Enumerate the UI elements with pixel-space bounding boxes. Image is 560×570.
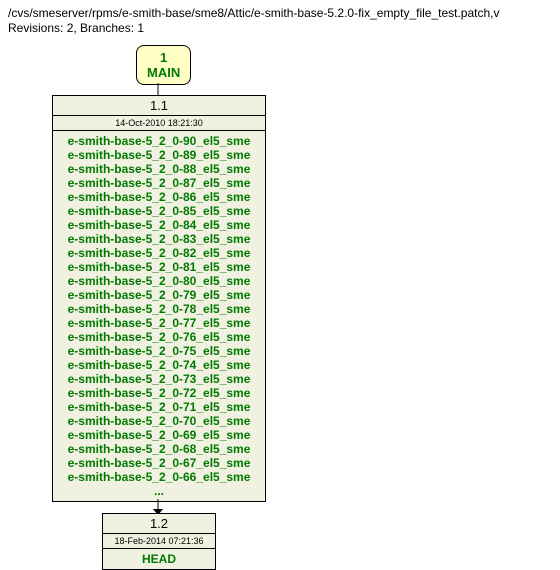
tag-line: e-smith-base-5_2_0-78_el5_sme (59, 302, 259, 316)
revision-timestamp: 18-Feb-2014 07:21:36 (103, 534, 215, 549)
tag-line: e-smith-base-5_2_0-83_el5_sme (59, 232, 259, 246)
tag-line: e-smith-base-5_2_0-70_el5_sme (59, 414, 259, 428)
tag-line: e-smith-base-5_2_0-73_el5_sme (59, 372, 259, 386)
tag-line: HEAD (109, 552, 209, 566)
tag-line: e-smith-base-5_2_0-79_el5_sme (59, 288, 259, 302)
tag-line: e-smith-base-5_2_0-87_el5_sme (59, 176, 259, 190)
tag-line: ... (59, 484, 259, 498)
tag-line: e-smith-base-5_2_0-89_el5_sme (59, 148, 259, 162)
tag-line: e-smith-base-5_2_0-71_el5_sme (59, 400, 259, 414)
revision-tags: e-smith-base-5_2_0-90_el5_smee-smith-bas… (53, 131, 265, 501)
tag-line: e-smith-base-5_2_0-69_el5_sme (59, 428, 259, 442)
revision-node-1.2[interactable]: 1.2 18-Feb-2014 07:21:36 HEAD (102, 513, 216, 570)
revision-tags: HEAD (103, 549, 215, 569)
tag-line: e-smith-base-5_2_0-88_el5_sme (59, 162, 259, 176)
tag-line: e-smith-base-5_2_0-75_el5_sme (59, 344, 259, 358)
tag-line: e-smith-base-5_2_0-80_el5_sme (59, 274, 259, 288)
tag-line: e-smith-base-5_2_0-68_el5_sme (59, 442, 259, 456)
tag-line: e-smith-base-5_2_0-86_el5_sme (59, 190, 259, 204)
branch-index: 1 (147, 50, 180, 65)
revision-version: 1.1 (53, 96, 265, 116)
file-path: /cvs/smeserver/rpms/e-smith-base/sme8/At… (8, 6, 552, 20)
tag-line: e-smith-base-5_2_0-84_el5_sme (59, 218, 259, 232)
revision-node-1.1[interactable]: 1.1 14-Oct-2010 18:21:30 e-smith-base-5_… (52, 95, 266, 502)
revisions-meta: Revisions: 2, Branches: 1 (8, 21, 552, 35)
tag-line: e-smith-base-5_2_0-76_el5_sme (59, 330, 259, 344)
tag-line: e-smith-base-5_2_0-72_el5_sme (59, 386, 259, 400)
tag-line: e-smith-base-5_2_0-82_el5_sme (59, 246, 259, 260)
branch-node-main[interactable]: 1 MAIN (136, 45, 191, 85)
tag-line: e-smith-base-5_2_0-66_el5_sme (59, 470, 259, 484)
branch-name: MAIN (147, 65, 180, 80)
tag-line: e-smith-base-5_2_0-81_el5_sme (59, 260, 259, 274)
revision-timestamp: 14-Oct-2010 18:21:30 (53, 116, 265, 131)
revision-version: 1.2 (103, 514, 215, 534)
tag-line: e-smith-base-5_2_0-74_el5_sme (59, 358, 259, 372)
tag-line: e-smith-base-5_2_0-77_el5_sme (59, 316, 259, 330)
tag-line: e-smith-base-5_2_0-67_el5_sme (59, 456, 259, 470)
revision-graph: 1 MAIN 1.1 14-Oct-2010 18:21:30 e-smith-… (8, 45, 552, 555)
tag-line: e-smith-base-5_2_0-90_el5_sme (59, 134, 259, 148)
tag-line: e-smith-base-5_2_0-85_el5_sme (59, 204, 259, 218)
